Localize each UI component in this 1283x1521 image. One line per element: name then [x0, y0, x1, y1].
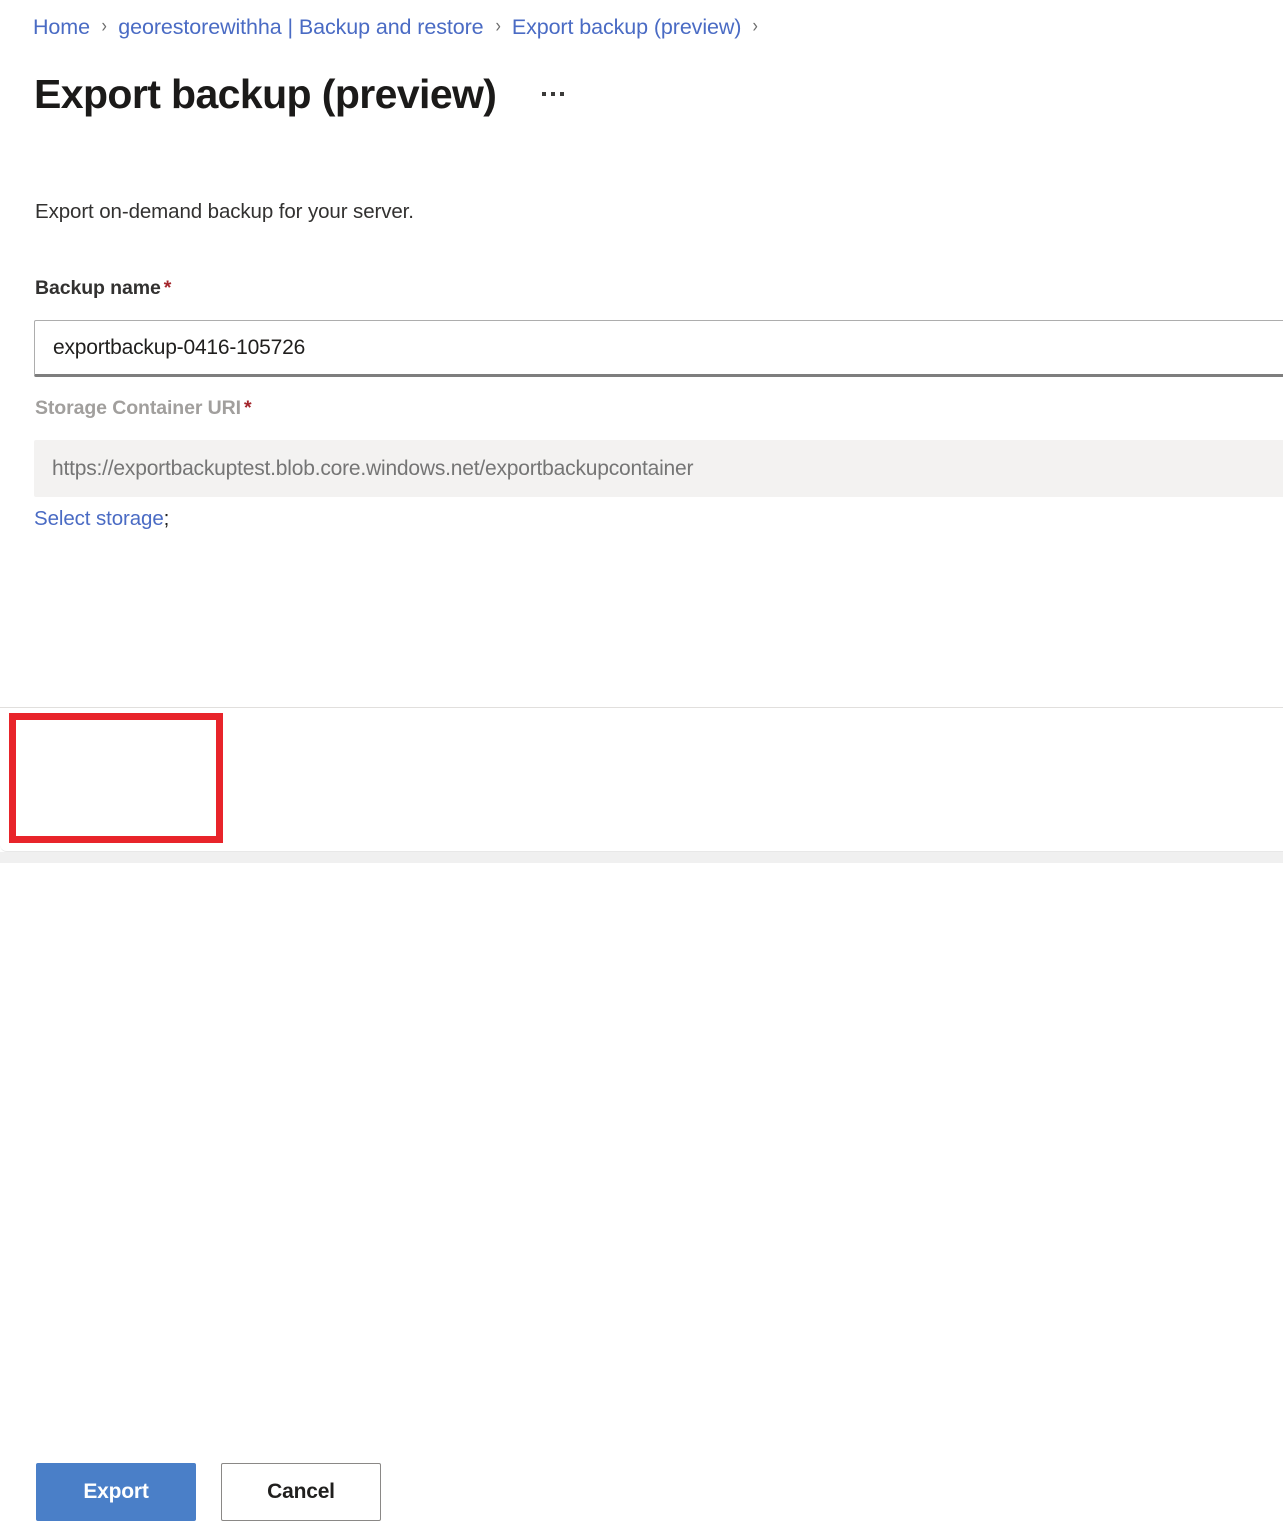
- more-options-ellipsis-icon[interactable]: [536, 84, 570, 104]
- select-storage-trailing-text: ;: [164, 507, 170, 530]
- breadcrumb-separator-icon: ›: [495, 16, 500, 38]
- select-storage-row: Select storage;: [34, 507, 169, 531]
- required-marker: *: [164, 277, 172, 299]
- required-marker: *: [244, 397, 252, 419]
- intro-description: Export on-demand backup for your server.: [35, 200, 414, 224]
- backup-name-label-text: Backup name: [35, 277, 161, 299]
- select-storage-link[interactable]: Select storage: [34, 507, 164, 530]
- ellipsis-dot: [551, 92, 555, 96]
- page-title: Export backup (preview): [34, 74, 496, 115]
- storage-container-uri-label: Storage Container URI*: [35, 397, 251, 420]
- breadcrumb-item-home[interactable]: Home: [33, 15, 90, 40]
- backup-name-input[interactable]: [34, 320, 1283, 377]
- export-button[interactable]: Export: [36, 1463, 196, 1521]
- cancel-button[interactable]: Cancel: [221, 1463, 381, 1521]
- breadcrumb-separator-icon: ›: [101, 16, 106, 38]
- breadcrumb-item-export-backup[interactable]: Export backup (preview): [512, 15, 742, 40]
- footer-action-bar: Export Cancel: [0, 708, 1283, 845]
- storage-container-uri-input[interactable]: [34, 440, 1283, 497]
- breadcrumb-item-backup-and-restore[interactable]: georestorewithha | Backup and restore: [118, 15, 483, 40]
- ellipsis-dot: [560, 92, 564, 96]
- breadcrumb-separator-icon: ›: [753, 16, 758, 38]
- title-row: Export backup (preview): [34, 64, 570, 124]
- page-bottom-strip: [0, 852, 1283, 863]
- breadcrumb: Home › georestorewithha | Backup and res…: [33, 9, 770, 45]
- ellipsis-dot: [542, 92, 546, 96]
- backup-name-label: Backup name*: [35, 277, 171, 300]
- blade-bottom-edge: [0, 845, 1283, 852]
- storage-container-uri-label-text: Storage Container URI: [35, 397, 241, 419]
- blade-panel: Home › georestorewithha | Backup and res…: [0, 0, 1283, 852]
